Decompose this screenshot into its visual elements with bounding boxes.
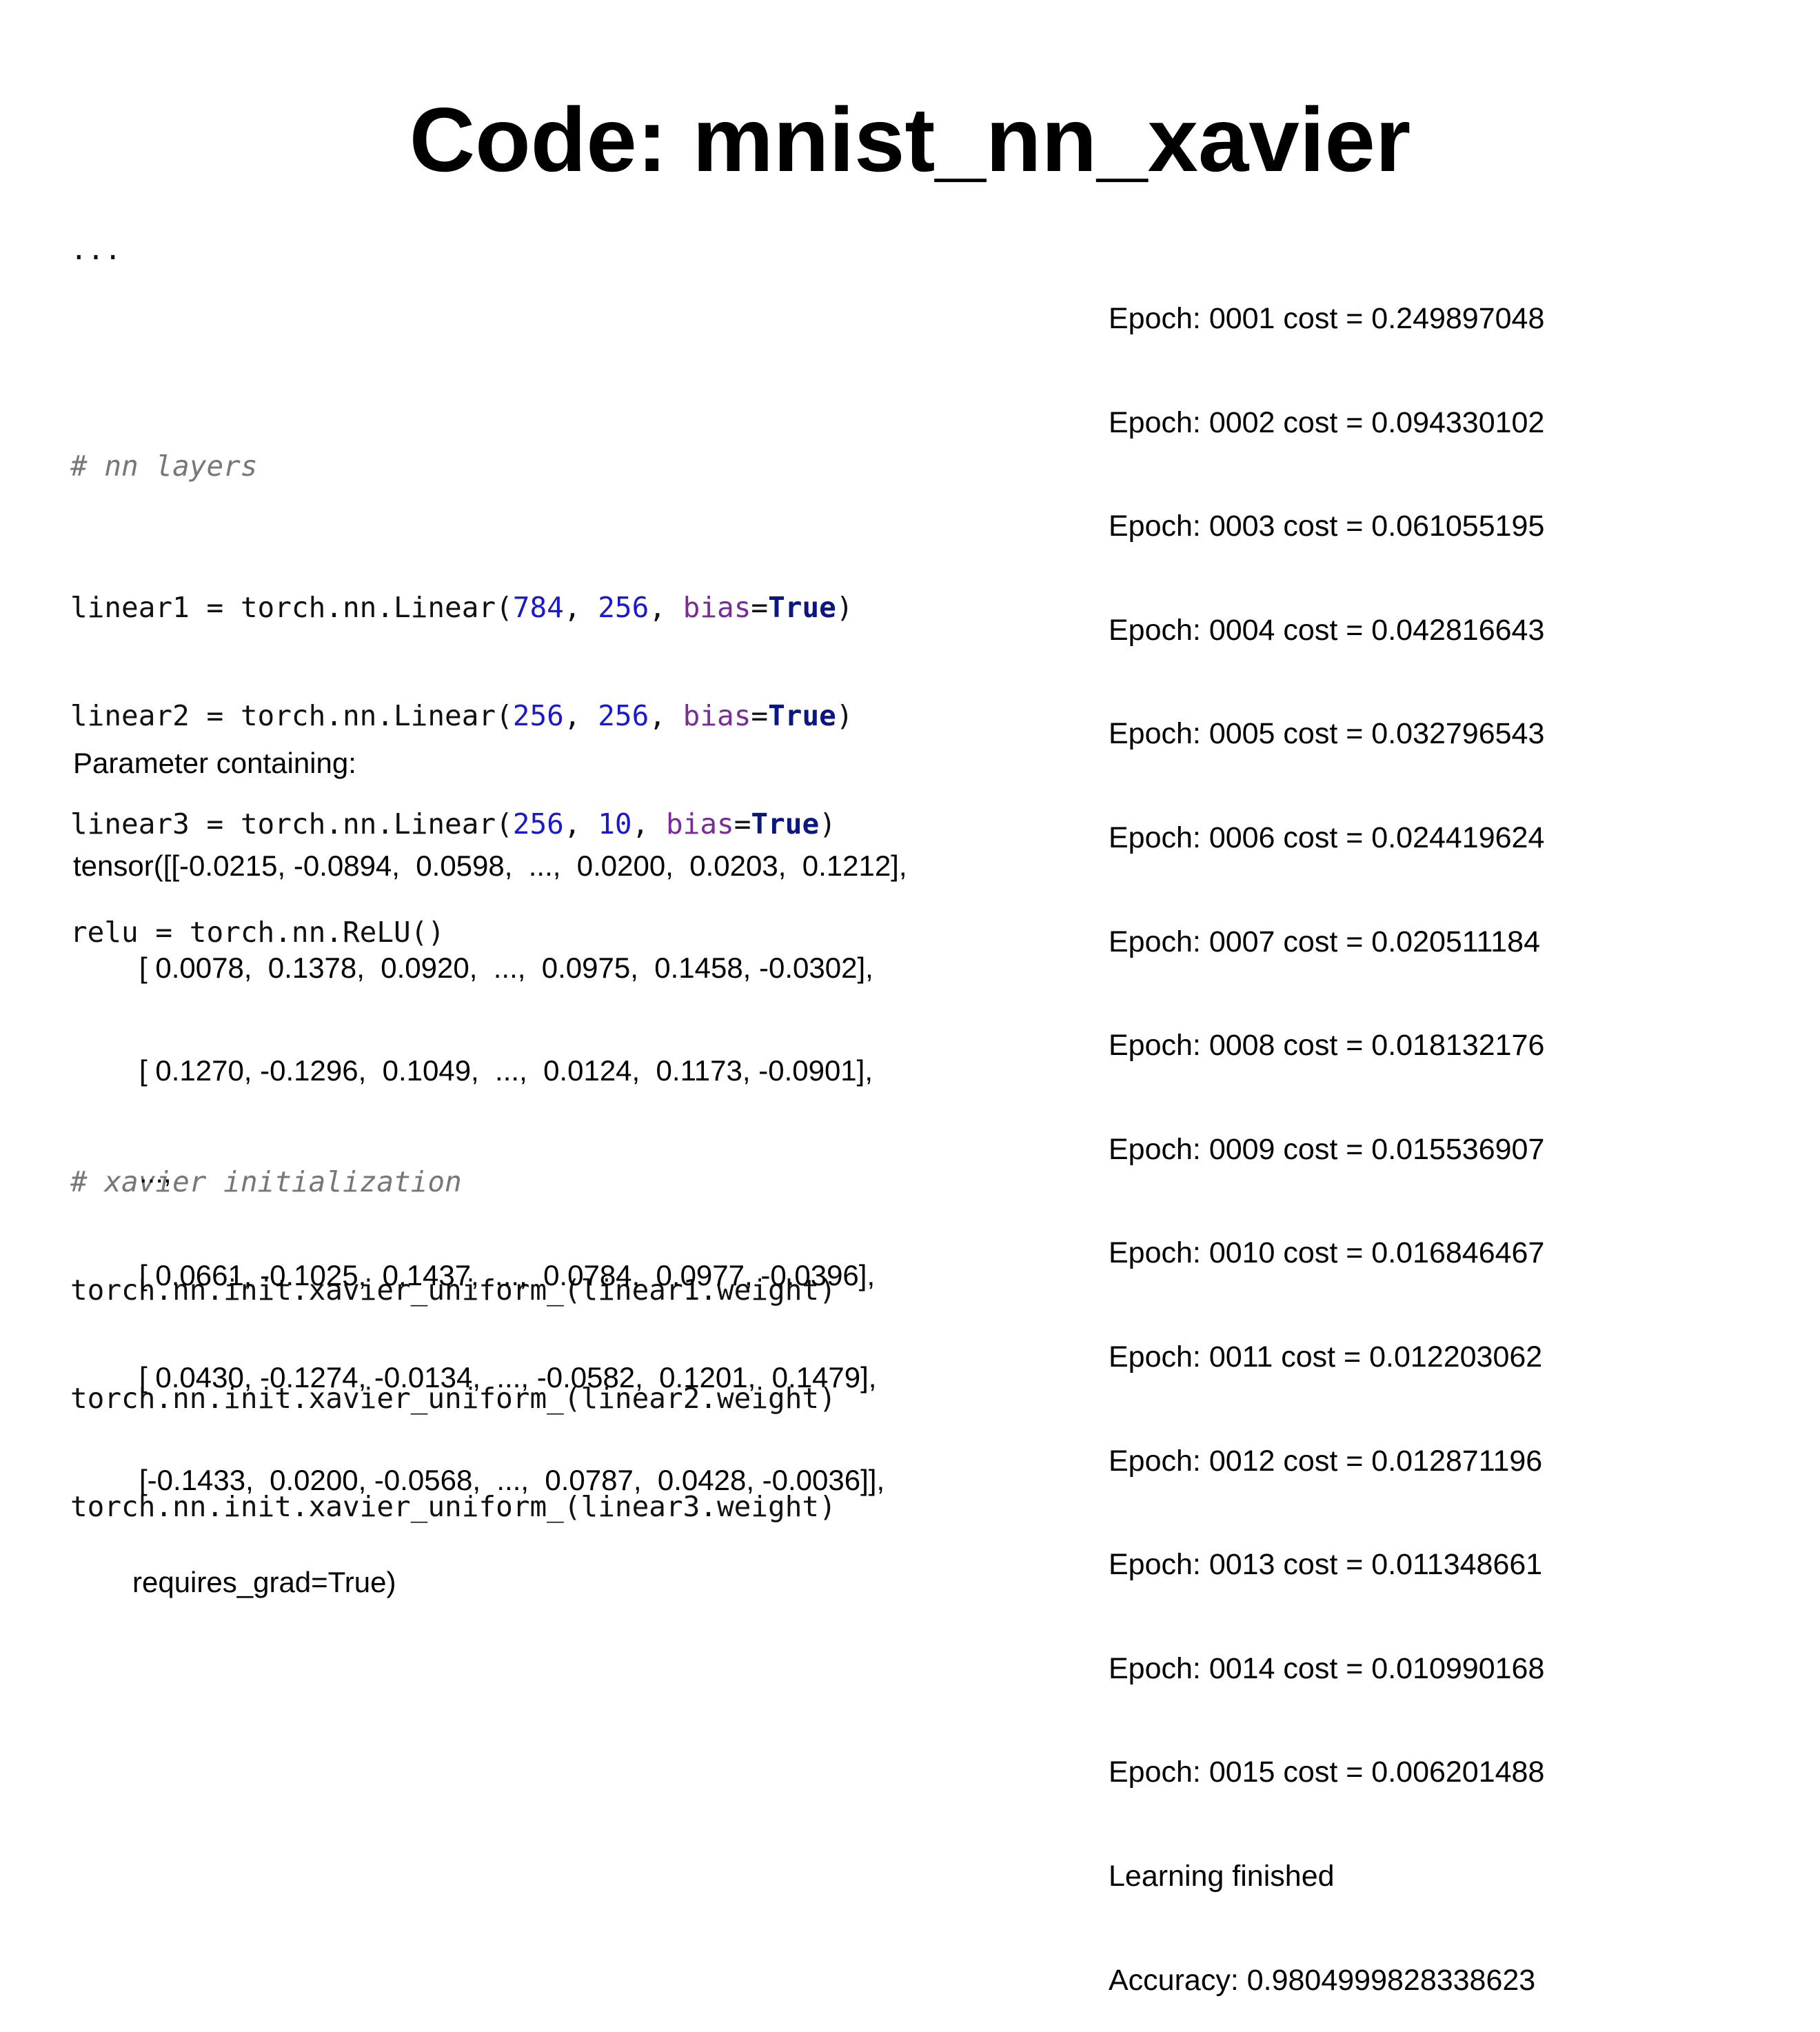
epoch-line: Epoch: 0010 cost = 0.016846467 <box>1109 1236 1545 1270</box>
parameter-footer: requires_grad=True) <box>132 1566 396 1598</box>
epoch-line: Epoch: 0001 cost = 0.249897048 <box>1109 302 1545 335</box>
epoch-line: Epoch: 0005 cost = 0.032796543 <box>1109 717 1545 751</box>
tensor-row: tensor([[-0.0215, -0.0894, 0.0598, ..., … <box>73 849 907 882</box>
accuracy-text: Accuracy: 0.9804999828338623 <box>1109 1963 1536 1997</box>
parameter-output: Parameter containing: tensor([[-0.0215, … <box>73 679 907 1634</box>
learning-finished-text: Learning finished <box>1109 1859 1335 1893</box>
code-comment-layers: # nn layers <box>70 450 258 483</box>
tensor-row: [ 0.1270, -0.1296, 0.1049, ..., 0.0124, … <box>139 1054 873 1087</box>
tensor-row: [-0.1433, 0.0200, -0.0568, ..., 0.0787, … <box>139 1463 885 1496</box>
epoch-line: Epoch: 0003 cost = 0.061055195 <box>1109 510 1545 543</box>
tensor-row: [ 0.0661, -0.1025, 0.1437, ..., 0.0784, … <box>139 1258 876 1291</box>
epoch-line: Epoch: 0014 cost = 0.010990168 <box>1109 1651 1545 1685</box>
tensor-row: [ 0.0430, -0.1274, -0.0134, ..., -0.0582… <box>139 1361 877 1394</box>
epoch-line: Epoch: 0011 cost = 0.012203062 <box>1109 1340 1543 1374</box>
epoch-line: Epoch: 0007 cost = 0.020511184 <box>1109 925 1540 958</box>
epoch-line: Epoch: 0002 cost = 0.094330102 <box>1109 405 1545 439</box>
code-ellipsis: ... <box>70 233 122 266</box>
tensor-row: [ 0.0078, 0.1378, 0.0920, ..., 0.0975, 0… <box>139 952 873 984</box>
training-output: Epoch: 0001 cost = 0.249897048 Epoch: 00… <box>1109 233 1544 2032</box>
epoch-line: Epoch: 0015 cost = 0.006201488 <box>1109 1756 1545 1789</box>
epoch-line: Epoch: 0006 cost = 0.024419624 <box>1109 821 1545 854</box>
code-line-linear1: linear1 = torch.nn.Linear(784, 256, bias… <box>70 591 853 624</box>
parameter-header: Parameter containing: <box>73 747 356 779</box>
epoch-line: Epoch: 0008 cost = 0.018132176 <box>1109 1029 1545 1063</box>
epoch-line: Epoch: 0013 cost = 0.011348661 <box>1109 1548 1543 1582</box>
epoch-line: Epoch: 0004 cost = 0.042816643 <box>1109 613 1545 647</box>
epoch-line: Epoch: 0012 cost = 0.012871196 <box>1109 1444 1543 1478</box>
tensor-row: ..., <box>139 1156 172 1189</box>
epoch-line: Epoch: 0009 cost = 0.015536907 <box>1109 1132 1545 1166</box>
